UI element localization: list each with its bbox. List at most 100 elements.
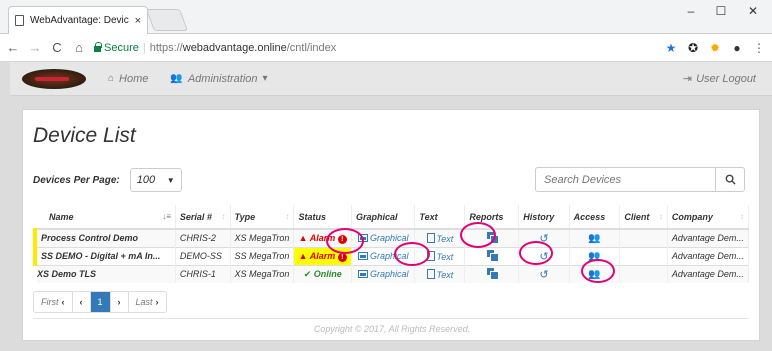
access-button[interactable]: 👥 [569, 264, 621, 283]
page-title: Device List [33, 124, 136, 147]
forward-icon[interactable]: → [26, 40, 44, 55]
text-link[interactable]: Text [414, 264, 466, 283]
text-label: Text [436, 233, 454, 244]
device-type: XS MegaTron [230, 264, 295, 283]
nav-administration-label: Administration [187, 72, 258, 85]
nav-administration[interactable]: 👥 Administration ▾ [170, 73, 267, 85]
tab-close-icon[interactable]: × [135, 15, 141, 27]
home-icon[interactable]: ⌂ [70, 40, 88, 55]
col-reports-label: Reports [469, 211, 504, 222]
maximize-button[interactable]: ☐ [706, 4, 736, 18]
col-graphical-label: Graphical [356, 211, 398, 222]
text-label: Text [436, 251, 454, 262]
table-row[interactable]: SS DEMO - Digital + mA In... DEMO-SS SS … [32, 246, 750, 265]
graphical-label: Graphical [369, 251, 409, 261]
picture-icon [357, 252, 368, 260]
page-number[interactable]: 1 [90, 292, 111, 312]
back-icon[interactable]: ← [4, 40, 22, 55]
search-button[interactable] [715, 167, 745, 192]
status-badge[interactable]: ✔ Online [293, 264, 353, 283]
extension-icon[interactable]: ✪ [684, 41, 702, 55]
col-client-label: Client [624, 211, 650, 222]
graphical-link[interactable]: Graphical [351, 228, 416, 247]
history-button[interactable]: ↺ [518, 246, 570, 265]
address-bar: ← → C ⌂ Secure | https://webadvantage.on… [0, 34, 772, 62]
bookmark-star-icon[interactable]: ★ [662, 41, 680, 55]
chevron-right-icon: › [155, 297, 159, 307]
picture-icon [357, 270, 368, 279]
secure-indicator[interactable]: Secure [94, 41, 139, 54]
chevron-right-icon: › [117, 297, 121, 307]
check-icon: ✔ [303, 268, 312, 279]
page-next[interactable]: › [111, 292, 129, 312]
browser-tab[interactable]: WebAdvantage: Device L × [8, 6, 148, 34]
nav-home[interactable]: ⌂ Home [108, 73, 148, 85]
logout-link[interactable]: ⇥ User Logout [683, 72, 756, 86]
copy-icon [486, 232, 499, 245]
table-header-row: Name ↓≡ Serial # ↕ Type ↕ Status Graphical … [35, 205, 750, 230]
status-badge[interactable]: ▲ Alarm ! [293, 246, 353, 265]
users-icon: 👥 [170, 73, 183, 84]
device-name[interactable]: XS Demo TLS [35, 264, 176, 283]
col-history-label: History [523, 211, 555, 222]
minimize-button[interactable]: – [676, 4, 706, 18]
table-row[interactable]: XS Demo TLS CHRIS-1 XS MegaTron ✔ Online… [35, 264, 750, 283]
device-table: Name ↓≡ Serial # ↕ Type ↕ Status Graphical … [32, 205, 750, 283]
nav-home-label: Home [119, 72, 149, 85]
access-button[interactable]: 👥 [569, 246, 621, 265]
device-name[interactable]: SS DEMO - Digital + mA In... [32, 246, 176, 265]
browser-titlebar: WebAdvantage: Device L × – ☐ ✕ [0, 0, 772, 34]
url-separator: | [142, 41, 146, 54]
extension-dot-icon[interactable]: ● [728, 41, 746, 55]
col-serial[interactable]: Serial # ↕ [175, 205, 231, 230]
page-first-label: First [41, 297, 59, 307]
text-link[interactable]: Text [414, 246, 466, 265]
col-name[interactable]: Name ↓≡ [35, 205, 176, 230]
menu-icon[interactable]: ⋮ [750, 41, 768, 55]
device-company: Advantage Dem... [667, 246, 750, 265]
reload-icon[interactable]: C [48, 40, 66, 55]
col-text-label: Text [419, 211, 438, 222]
col-company[interactable]: Company ↕ [667, 205, 750, 230]
text-link[interactable]: Text [414, 228, 466, 247]
copy-icon [486, 268, 499, 281]
history-button[interactable]: ↺ [518, 264, 570, 283]
reports-button[interactable] [464, 228, 520, 247]
new-tab-button[interactable] [145, 9, 189, 31]
graphical-link[interactable]: Graphical [351, 264, 416, 283]
reports-button[interactable] [464, 264, 520, 283]
page-first[interactable]: First ‹ [34, 292, 73, 312]
extension-sun-icon[interactable]: ✹ [706, 41, 724, 55]
brand-logo[interactable] [22, 68, 86, 89]
device-name[interactable]: Process Control Demo [32, 228, 176, 247]
reports-button[interactable] [464, 246, 520, 265]
document-icon [426, 268, 435, 279]
sort-icon: ↕ [740, 212, 744, 221]
search-icon [725, 174, 736, 185]
page-last[interactable]: Last › [129, 292, 166, 312]
per-page-select[interactable]: 100 ▼ [129, 168, 182, 192]
footer-divider [33, 318, 749, 319]
per-page-control: Devices Per Page: 100 ▼ [33, 168, 182, 192]
search-group [535, 167, 745, 192]
col-client[interactable]: Client ↕ [619, 205, 668, 230]
history-button[interactable]: ↺ [518, 228, 570, 247]
device-company: Advantage Dem... [667, 228, 750, 247]
col-type[interactable]: Type ↕ [230, 205, 295, 230]
page-prev[interactable]: ‹ [73, 292, 91, 312]
status-badge[interactable]: ▲ Alarm ! [293, 228, 353, 247]
copy-icon [486, 250, 499, 262]
caret-down-icon: ▾ [262, 73, 268, 84]
logout-label: User Logout [696, 72, 756, 85]
search-input[interactable] [535, 167, 715, 192]
graphical-link[interactable]: Graphical [351, 246, 416, 265]
url-scheme: https:// [149, 41, 183, 54]
device-type: XS MegaTron [230, 228, 295, 247]
access-button[interactable]: 👥 [569, 228, 621, 247]
sort-icon: ↕ [658, 212, 663, 221]
history-icon: ↺ [539, 232, 549, 245]
url-field[interactable]: Secure | https://webadvantage.online/cnt… [94, 41, 662, 54]
status-text: Online [313, 268, 342, 279]
close-window-button[interactable]: ✕ [738, 4, 768, 18]
table-row[interactable]: Process Control Demo CHRIS-2 XS MegaTron… [32, 228, 750, 247]
